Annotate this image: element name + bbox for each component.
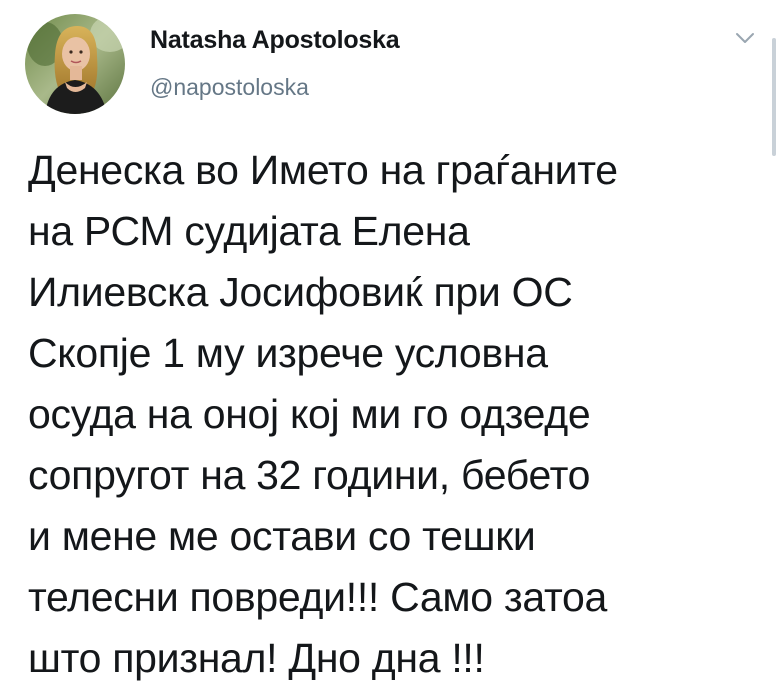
tweet-line: и мене ме остави со тешки: [28, 513, 536, 559]
profile-photo-icon: [25, 14, 125, 114]
tweet-line: Илиевска Јосифовиќ при ОС: [28, 269, 573, 315]
scrollbar[interactable]: [772, 38, 776, 156]
author-display-name[interactable]: Natasha Apostoloska: [150, 26, 400, 55]
tweet-line: сопругот на 32 години, бебето: [28, 452, 591, 498]
tweet-card: Natasha Apostoloska @napostoloska Денеск…: [0, 0, 780, 697]
author-handle[interactable]: @napostoloska: [150, 74, 309, 101]
tweet-line: што признал! Дно дна !!!: [28, 635, 485, 681]
tweet-text: Денеска во Името на граѓаните на РСМ суд…: [28, 140, 768, 689]
tweet-line: на РСМ судијата Елена: [28, 208, 470, 254]
tweet-line: осуда на оној кој ми го одзеде: [28, 391, 591, 437]
tweet-line: телесни повреди!!! Само затоа: [28, 574, 607, 620]
tweet-line: Денеска во Името на граѓаните: [28, 147, 618, 193]
chevron-down-icon[interactable]: [734, 30, 756, 46]
avatar[interactable]: [25, 14, 125, 114]
tweet-line: Скопје 1 му изрече условна: [28, 330, 548, 376]
